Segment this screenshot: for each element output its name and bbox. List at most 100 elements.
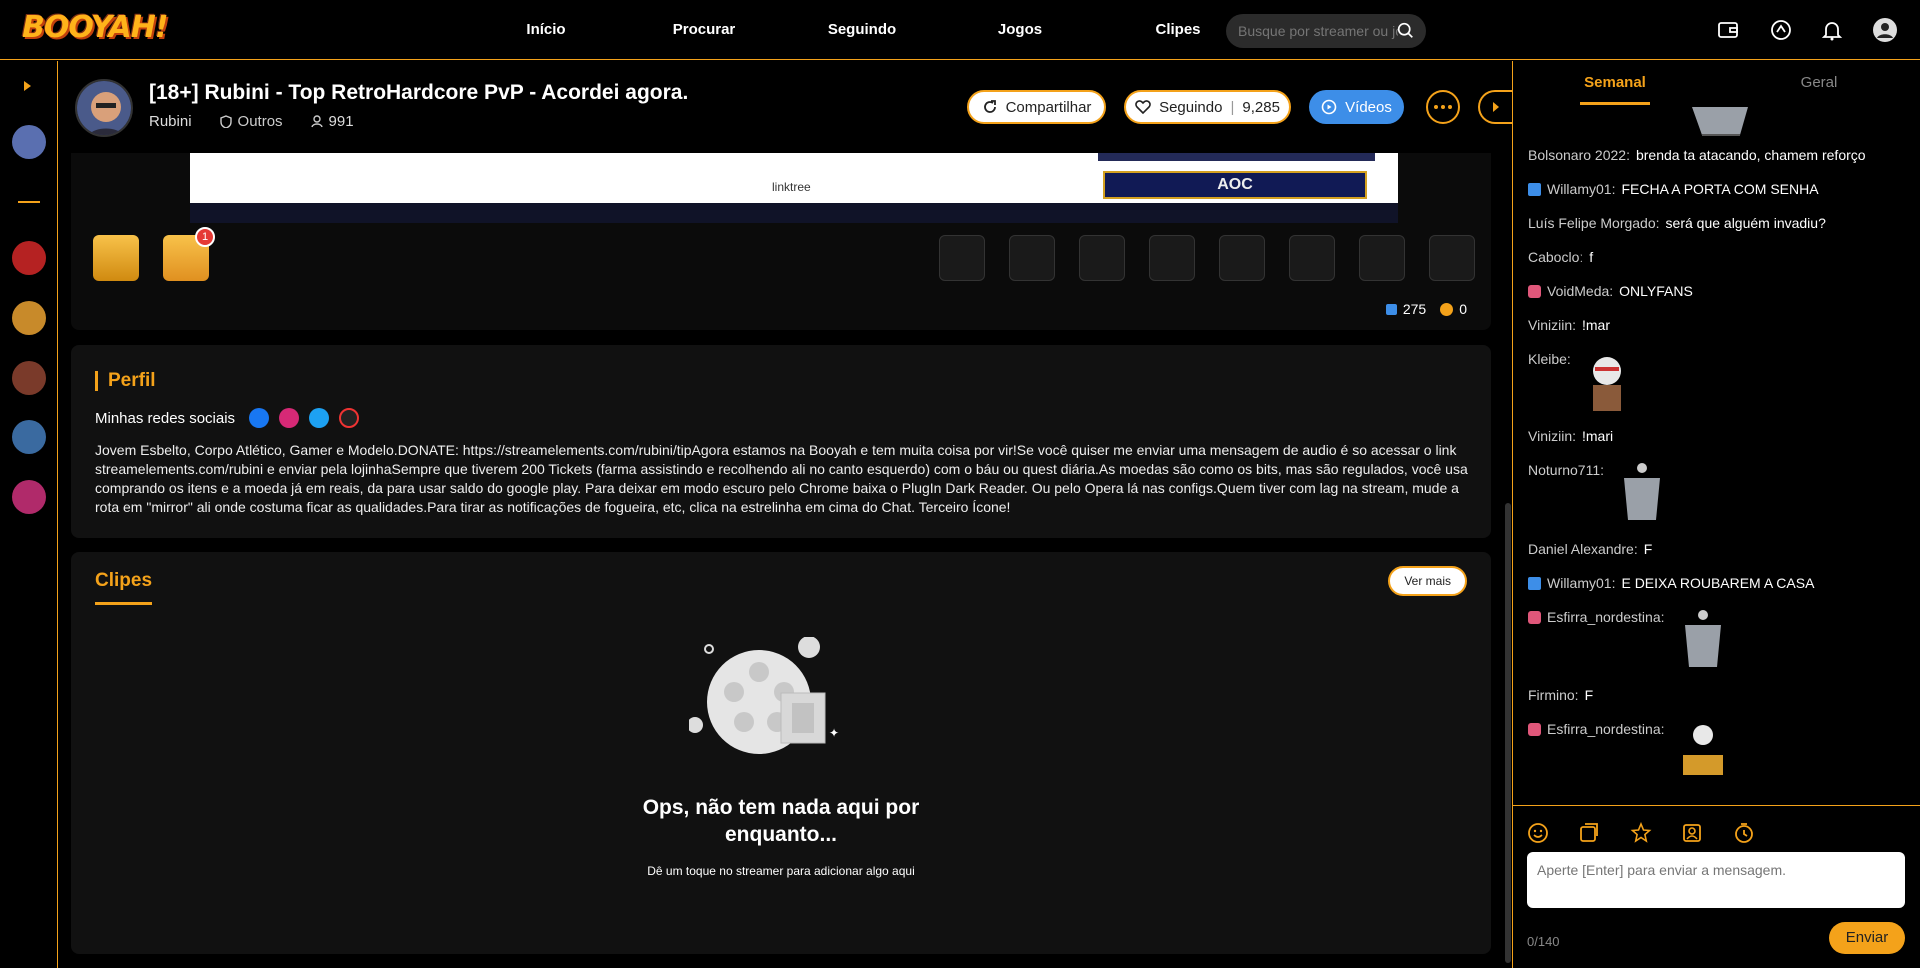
chat-message: Daniel Alexandre: F bbox=[1528, 541, 1653, 557]
gift-badge-icon bbox=[1528, 611, 1541, 624]
rail-avatar[interactable] bbox=[12, 480, 46, 514]
chat-messages: Bolsonaro 2022: brenda ta atacando, chame… bbox=[1528, 107, 1913, 805]
booyah-gift-icon[interactable] bbox=[1429, 235, 1475, 281]
chat-message: Willamy01: E DEIXA ROUBAREM A CASA bbox=[1528, 575, 1814, 591]
moderator-shield-icon bbox=[1528, 577, 1541, 590]
chat-message: Cabocloː f bbox=[1528, 249, 1594, 265]
gift-badge-icon bbox=[1528, 723, 1541, 736]
more-icon bbox=[1434, 105, 1452, 109]
nav-jogos[interactable]: Jogos bbox=[941, 0, 1099, 60]
main-content: linktree AOC 1 275 0 Perfil Minhas redes… bbox=[59, 153, 1511, 968]
rail-avatar[interactable] bbox=[12, 361, 46, 395]
emoji-icon[interactable] bbox=[1527, 822, 1549, 844]
chat-message: Esfirra_nordestina: bbox=[1528, 609, 1735, 671]
ammo-box-gift-icon[interactable] bbox=[1009, 235, 1055, 281]
star-settings-icon[interactable] bbox=[1630, 822, 1652, 844]
rail-avatar[interactable] bbox=[12, 301, 46, 335]
expand-rail-icon[interactable] bbox=[24, 81, 31, 91]
user-avatar-icon[interactable] bbox=[1872, 17, 1898, 43]
send-button[interactable]: Enviar bbox=[1829, 922, 1905, 954]
chat-message: Firmino: F bbox=[1528, 687, 1594, 703]
rail-avatar[interactable] bbox=[12, 125, 46, 159]
airplane-gift-icon[interactable] bbox=[1359, 235, 1405, 281]
rail-avatar[interactable] bbox=[12, 241, 46, 275]
streamer-name[interactable]: Rubini bbox=[149, 113, 192, 130]
social-links: Minhas redes sociais bbox=[95, 408, 360, 428]
empty-subtitle: Dê um toque no streamer para adicionar a… bbox=[647, 864, 915, 878]
search-input[interactable] bbox=[1238, 23, 1398, 39]
skeleton-sticker bbox=[1682, 725, 1723, 775]
share-button[interactable]: Compartilhar bbox=[967, 90, 1106, 124]
glider-gift-icon[interactable] bbox=[1289, 235, 1335, 281]
supply-crate-gift-icon[interactable] bbox=[1149, 235, 1195, 281]
gem-icon bbox=[1385, 303, 1397, 315]
chat-message: Kleibe: bbox=[1528, 351, 1637, 415]
tab-geral[interactable]: Geral bbox=[1717, 61, 1920, 107]
videos-label: Vídeos bbox=[1345, 98, 1392, 116]
videos-button[interactable]: Vídeos bbox=[1309, 90, 1404, 124]
profile-card-icon[interactable] bbox=[1681, 822, 1703, 844]
nav-seguindo[interactable]: Seguindo bbox=[783, 0, 941, 60]
facebook-icon[interactable] bbox=[249, 408, 270, 428]
svg-text:✦: ✦ bbox=[829, 726, 839, 740]
campfire-gift-icon[interactable] bbox=[939, 235, 985, 281]
coin-icon bbox=[1440, 302, 1454, 316]
tab-semanal[interactable]: Semanal bbox=[1513, 61, 1717, 107]
rail-divider bbox=[18, 201, 40, 203]
linktree-text: linktree bbox=[772, 180, 811, 194]
empty-film-reel-icon: ✦ bbox=[689, 637, 839, 754]
see-more-button[interactable]: Ver mais bbox=[1388, 566, 1467, 596]
youtube-icon[interactable] bbox=[339, 408, 360, 428]
viewer-count: 991 bbox=[310, 113, 354, 130]
more-options-button[interactable] bbox=[1426, 90, 1460, 124]
gem-count: 275 bbox=[1402, 301, 1427, 317]
booyah-logo[interactable]: BOOYAH! bbox=[22, 10, 169, 45]
coffin-sticker bbox=[1684, 610, 1721, 667]
chat-input[interactable] bbox=[1527, 852, 1905, 908]
quest-clipboard-icon[interactable]: 1 bbox=[163, 227, 215, 281]
chat-message: Viniziin: !mari bbox=[1528, 428, 1614, 444]
gift-badge-icon bbox=[1528, 285, 1541, 298]
bell-icon[interactable] bbox=[1820, 18, 1844, 42]
upload-icon[interactable] bbox=[1769, 18, 1793, 42]
timer-icon[interactable] bbox=[1733, 822, 1755, 844]
video-player[interactable]: linktree AOC 1 275 0 bbox=[71, 153, 1491, 330]
search-icon[interactable] bbox=[1397, 22, 1414, 39]
rail-avatar[interactable] bbox=[12, 420, 46, 454]
collapse-chat-button[interactable] bbox=[1478, 90, 1512, 124]
streamer-avatar[interactable] bbox=[75, 79, 133, 137]
chat-panel: Semanal Geral Bolsonaro 2022: brenda ta a… bbox=[1512, 61, 1920, 968]
nav-procurar[interactable]: Procurar bbox=[625, 0, 783, 60]
share-icon bbox=[983, 100, 996, 113]
coin-count: 0 bbox=[1459, 301, 1467, 317]
sticker-icon[interactable] bbox=[1578, 822, 1600, 844]
chat-message: Noturno711: bbox=[1528, 462, 1674, 524]
backpack-gift-icon[interactable] bbox=[1079, 235, 1125, 281]
treasure-chest-icon[interactable] bbox=[93, 235, 139, 281]
profile-card: Perfil Minhas redes sociais Jovem Esbelt… bbox=[71, 345, 1491, 538]
heart-icon bbox=[1135, 100, 1151, 114]
stream-header: [18+] Rubini - Top RetroHardcore PvP - A… bbox=[59, 61, 1512, 153]
profile-title: Perfil bbox=[95, 371, 156, 391]
chat-message: Willamy01: FECHA A PORTA COM SENHA bbox=[1528, 181, 1819, 197]
twitter-icon[interactable] bbox=[309, 408, 330, 428]
coffin-sticker bbox=[1692, 107, 1748, 136]
empty-title: Ops, não tem nada aqui por enquanto... bbox=[642, 796, 920, 846]
main-scrollbar[interactable] bbox=[1505, 503, 1511, 963]
char-counter: 0/140 bbox=[1527, 934, 1560, 949]
chat-footer: 0/140 Enviar bbox=[1513, 805, 1920, 968]
video-taskbar bbox=[190, 203, 1398, 223]
nav-inicio[interactable]: Início bbox=[467, 0, 625, 60]
top-navbar: BOOYAH! Início Procurar Seguindo Jogos C… bbox=[0, 0, 1920, 60]
follow-button[interactable]: Seguindo | 9,285 bbox=[1124, 90, 1291, 124]
socials-label: Minhas redes sociais bbox=[95, 409, 236, 427]
chat-message: Bolsonaro 2022: brenda ta atacando, chame… bbox=[1528, 147, 1866, 163]
skateboard-gift-icon[interactable] bbox=[1219, 235, 1265, 281]
instagram-icon[interactable] bbox=[279, 408, 300, 428]
follower-count: 9,285 bbox=[1242, 98, 1280, 116]
wallet-icon[interactable] bbox=[1716, 18, 1740, 42]
category-label: Outros bbox=[237, 113, 283, 130]
category[interactable]: Outros bbox=[219, 113, 283, 130]
chat-tabs: Semanal Geral bbox=[1513, 61, 1920, 107]
follow-label: Seguindo bbox=[1159, 98, 1223, 116]
